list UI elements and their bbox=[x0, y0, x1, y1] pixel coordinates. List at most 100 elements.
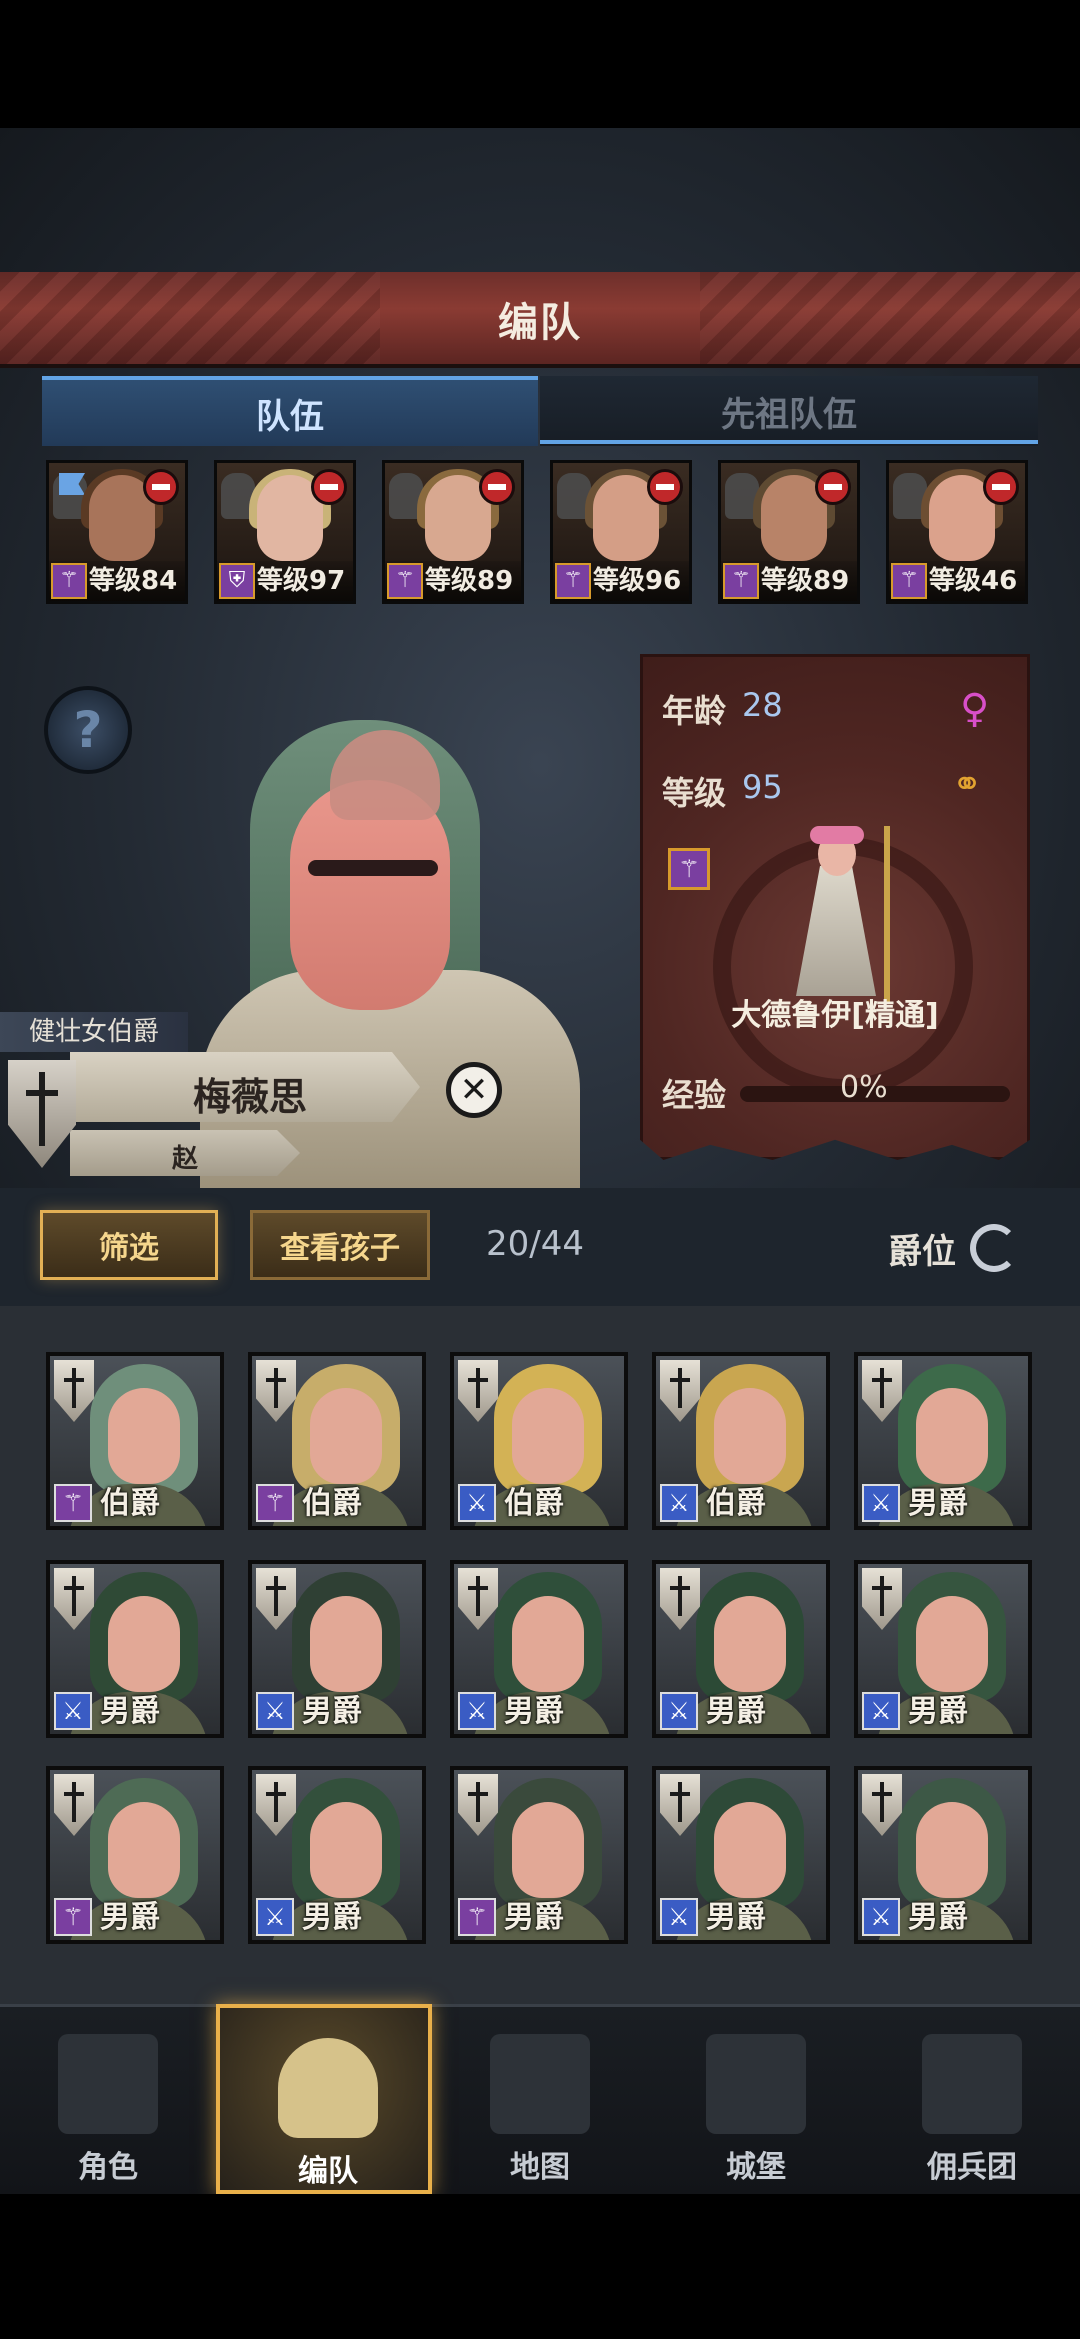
staff-icon: ⚚ bbox=[723, 563, 759, 599]
class-icon: ⚚ bbox=[54, 1484, 92, 1522]
slot-level: 等级84 bbox=[89, 566, 178, 596]
exp-label: 经验 bbox=[662, 1076, 727, 1114]
card-face bbox=[714, 1388, 786, 1484]
roster-card[interactable]: ⚔ 男爵 bbox=[652, 1560, 830, 1738]
card-rank: 男爵 bbox=[100, 1900, 160, 1935]
roster-card[interactable]: ⚔ 男爵 bbox=[854, 1766, 1032, 1944]
card-rank: 男爵 bbox=[100, 1694, 160, 1729]
age-label: 年龄 bbox=[662, 692, 727, 730]
card-rank: 男爵 bbox=[908, 1900, 968, 1935]
roster-card[interactable]: ⚚ 伯爵 bbox=[248, 1352, 426, 1530]
shield-icon: ⛨ bbox=[219, 563, 255, 599]
nav-item-compass[interactable]: 地图 bbox=[432, 2004, 648, 2194]
slot-level: 等级97 bbox=[257, 566, 346, 596]
team-slot[interactable]: ⚚ 等级89 bbox=[382, 460, 524, 604]
roster-card[interactable]: ⚔ 男爵 bbox=[46, 1560, 224, 1738]
house-crest-icon bbox=[54, 1568, 94, 1630]
slot-level: 等级46 bbox=[929, 566, 1018, 596]
house-crest-icon bbox=[458, 1360, 498, 1422]
staff-icon: ⚚ bbox=[891, 563, 927, 599]
card-rank: 男爵 bbox=[302, 1694, 362, 1729]
house-crest-icon bbox=[458, 1568, 498, 1630]
castle-icon bbox=[706, 2034, 806, 2134]
noble-title: 健壮女伯爵 bbox=[0, 1012, 188, 1052]
house-crest-icon bbox=[660, 1774, 700, 1836]
remove-member-icon[interactable] bbox=[479, 469, 515, 505]
nav-item-knight[interactable]: 角色 bbox=[0, 2004, 216, 2194]
top-status-strip bbox=[0, 0, 1080, 128]
level-value: 95 bbox=[742, 768, 783, 806]
druid-figure bbox=[786, 826, 906, 1002]
nav-label: 佣兵团 bbox=[927, 2150, 1017, 2185]
filter-button[interactable]: 筛选 bbox=[40, 1210, 218, 1280]
nav-label: 编队 bbox=[298, 2154, 358, 2189]
nav-item-banner[interactable]: 佣兵团 bbox=[864, 2004, 1080, 2194]
remove-member-icon[interactable] bbox=[143, 469, 179, 505]
tab-team[interactable]: 队伍 bbox=[42, 376, 538, 446]
nav-label: 地图 bbox=[510, 2150, 570, 2185]
house-crest-icon bbox=[660, 1568, 700, 1630]
card-face bbox=[916, 1596, 988, 1692]
team-slot[interactable]: ⚚ 等级89 bbox=[718, 460, 860, 604]
roster-card[interactable]: ⚔ 伯爵 bbox=[652, 1352, 830, 1530]
class-icon: ⚚ bbox=[54, 1898, 92, 1936]
roster-card[interactable]: ⚔ 男爵 bbox=[450, 1560, 628, 1738]
nav-item-castle[interactable]: 城堡 bbox=[648, 2004, 864, 2194]
nav-item-helmet[interactable]: 编队 bbox=[216, 2004, 432, 2194]
dismiss-hero-button[interactable]: ✕ bbox=[446, 1062, 502, 1118]
roster-card[interactable]: ⚔ 男爵 bbox=[854, 1352, 1032, 1530]
marriage-rings-icon[interactable]: ⚭ bbox=[952, 764, 982, 805]
team-slot[interactable]: ⛨ 等级97 bbox=[214, 460, 356, 604]
roster-card[interactable]: ⚔ 男爵 bbox=[248, 1560, 426, 1738]
class-icon: ⚔ bbox=[458, 1692, 496, 1730]
exp-value: 0% bbox=[840, 1070, 888, 1105]
card-face bbox=[310, 1388, 382, 1484]
hero-name: 梅薇思 bbox=[192, 1075, 307, 1119]
team-slot[interactable]: ⚚ 等级46 bbox=[886, 460, 1028, 604]
house-crest-icon bbox=[54, 1360, 94, 1422]
class-icon: ⚔ bbox=[862, 1898, 900, 1936]
house-crest-icon bbox=[458, 1774, 498, 1836]
card-rank: 伯爵 bbox=[302, 1486, 362, 1521]
card-rank: 男爵 bbox=[706, 1900, 766, 1935]
roster-card[interactable]: ⚔ 男爵 bbox=[652, 1766, 830, 1944]
house-crest-icon bbox=[256, 1774, 296, 1836]
sort-label[interactable]: 爵位 bbox=[888, 1224, 956, 1273]
house-crest-icon bbox=[54, 1774, 94, 1836]
class-name: 大德鲁伊[精通] bbox=[731, 998, 939, 1033]
remove-member-icon[interactable] bbox=[815, 469, 851, 505]
druid-robe bbox=[796, 866, 876, 996]
class-icon: ⚔ bbox=[660, 1692, 698, 1730]
card-rank: 男爵 bbox=[504, 1900, 564, 1935]
view-children-button[interactable]: 查看孩子 bbox=[250, 1210, 430, 1280]
roster-count: 20/44 bbox=[486, 1224, 584, 1264]
house-crest-icon bbox=[862, 1568, 902, 1630]
remove-member-icon[interactable] bbox=[983, 469, 1019, 505]
roster-card[interactable]: ⚔ 伯爵 bbox=[450, 1352, 628, 1530]
class-icon: ⚔ bbox=[256, 1898, 294, 1936]
remove-member-icon[interactable] bbox=[647, 469, 683, 505]
sort-refresh-icon[interactable] bbox=[970, 1224, 1018, 1272]
tab-underline bbox=[540, 440, 1038, 444]
female-icon: ♀ bbox=[960, 686, 990, 732]
house-crest-icon bbox=[862, 1774, 902, 1836]
roster-card[interactable]: ⚚ 男爵 bbox=[46, 1766, 224, 1944]
help-button[interactable]: ? bbox=[44, 686, 132, 774]
tab-ancestor-team[interactable]: 先祖队伍 bbox=[540, 376, 1038, 446]
age-value: 28 bbox=[742, 686, 783, 724]
card-face bbox=[108, 1596, 180, 1692]
roster-card[interactable]: ⚔ 男爵 bbox=[248, 1766, 426, 1944]
class-staff-icon: ⚚ bbox=[668, 848, 710, 890]
card-rank: 男爵 bbox=[302, 1900, 362, 1935]
team-slot[interactable]: ⚚ 等级84 bbox=[46, 460, 188, 604]
card-rank: 男爵 bbox=[908, 1486, 968, 1521]
remove-member-icon[interactable] bbox=[311, 469, 347, 505]
card-rank: 男爵 bbox=[706, 1694, 766, 1729]
card-face bbox=[310, 1596, 382, 1692]
roster-card[interactable]: ⚔ 男爵 bbox=[854, 1560, 1032, 1738]
roster-card[interactable]: ⚚ 男爵 bbox=[450, 1766, 628, 1944]
staff-icon: ⚚ bbox=[51, 563, 87, 599]
roster-card[interactable]: ⚚ 伯爵 bbox=[46, 1352, 224, 1530]
slot-level: 等级89 bbox=[761, 566, 850, 596]
team-slot[interactable]: ⚚ 等级96 bbox=[550, 460, 692, 604]
